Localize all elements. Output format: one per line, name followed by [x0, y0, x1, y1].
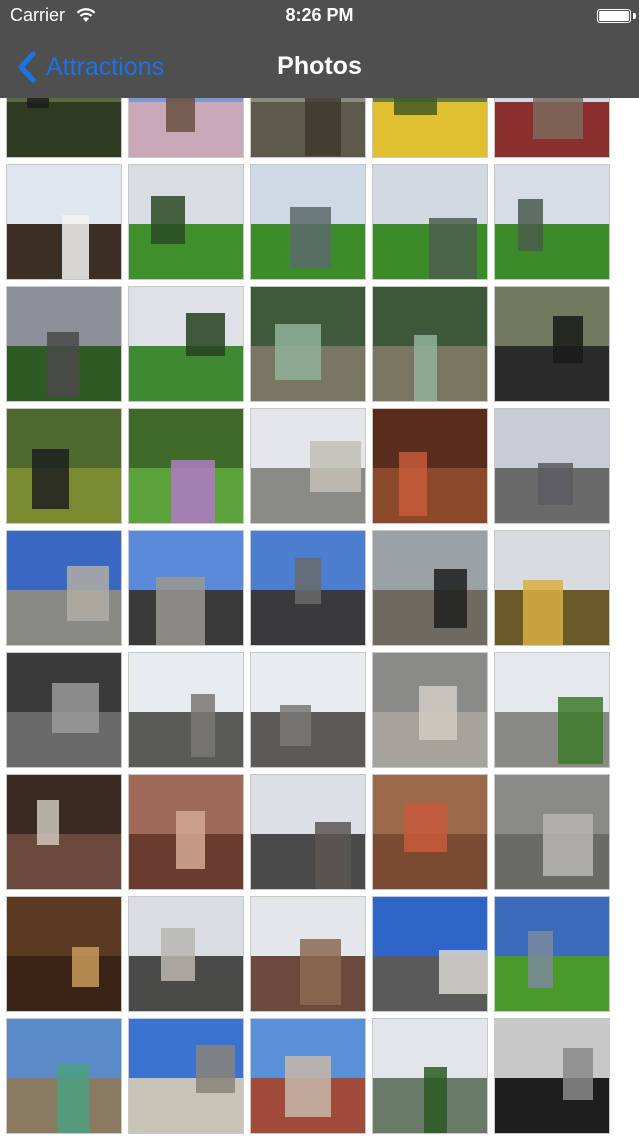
photo-statue-rock[interactable]	[250, 286, 366, 402]
photo-tree-trunk[interactable]	[6, 98, 122, 158]
photo-daffodils[interactable]	[372, 98, 488, 158]
photo-tree-avenue[interactable]	[372, 1018, 488, 1134]
photo-cloudy-cross[interactable]	[6, 286, 122, 402]
photo-trinity-college[interactable]	[250, 408, 366, 524]
battery-tip	[633, 13, 636, 19]
photo-flower-beds[interactable]	[128, 408, 244, 524]
photo-vaulted-nave[interactable]	[128, 774, 244, 890]
clock-time: 8:26 PM	[285, 5, 354, 25]
photo-rotunda[interactable]	[494, 530, 610, 646]
photo-stained-glass[interactable]	[372, 408, 488, 524]
photo-columned-building[interactable]	[128, 896, 244, 1012]
photo-tree-bark[interactable]	[250, 98, 366, 158]
photo-castle-lawn[interactable]	[494, 896, 610, 1012]
photo-clocktower-building[interactable]	[250, 896, 366, 1012]
photo-park-treeline[interactable]	[128, 164, 244, 280]
photo-park-path[interactable]	[128, 286, 244, 402]
photo-building-blue-sky[interactable]	[6, 530, 122, 646]
photo-castle-tower[interactable]	[372, 896, 488, 1012]
photo-cathedral-tower[interactable]	[128, 652, 244, 768]
battery-icon	[597, 9, 631, 23]
photo-gothic-building[interactable]	[494, 408, 610, 524]
photo-curved-building[interactable]	[250, 530, 366, 646]
photo-park-green[interactable]	[250, 164, 366, 280]
photo-long-building[interactable]	[128, 530, 244, 646]
photo-bw-waterfront[interactable]	[494, 1018, 610, 1134]
photo-gate-steps[interactable]	[372, 530, 488, 646]
photo-statue-rock-2[interactable]	[372, 286, 488, 402]
photo-blossom-branches[interactable]	[128, 98, 244, 158]
status-bar: Carrier 8:26 PM	[0, 0, 639, 36]
photo-bare-tree[interactable]	[494, 98, 610, 158]
navigation-bar: Attractions Photos	[0, 36, 639, 98]
photo-person-crypt[interactable]	[6, 774, 122, 890]
photo-copper-dome-tower[interactable]	[6, 1018, 122, 1134]
photo-iron-gate[interactable]	[494, 286, 610, 402]
photo-blossom-sky[interactable]	[6, 164, 122, 280]
photo-cathedral-interior-bw[interactable]	[6, 652, 122, 768]
photo-cathedral-tower-2[interactable]	[250, 652, 366, 768]
photo-stone-ruins[interactable]	[372, 652, 488, 768]
photo-dome-interior[interactable]	[6, 896, 122, 1012]
photo-grid[interactable]	[0, 98, 639, 1136]
photo-brick-gateway[interactable]	[250, 1018, 366, 1134]
photo-park-open[interactable]	[494, 164, 610, 280]
photo-park-cross[interactable]	[372, 164, 488, 280]
page-title: Photos	[277, 52, 362, 80]
photo-cathedral-exterior[interactable]	[250, 774, 366, 890]
photo-stone-plaque[interactable]	[494, 774, 610, 890]
photo-person-garden[interactable]	[6, 408, 122, 524]
photo-clock-tower-blue[interactable]	[128, 1018, 244, 1134]
photo-tomb-effigy[interactable]	[372, 774, 488, 890]
photo-garden-path[interactable]	[494, 652, 610, 768]
